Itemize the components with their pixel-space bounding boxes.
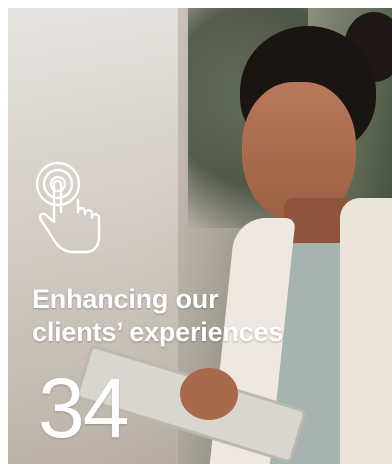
feature-headline: Enhancing our clients’ experiences bbox=[32, 283, 362, 349]
photo-subject-hand bbox=[180, 368, 238, 420]
headline-line: clients’ experiences bbox=[32, 317, 284, 347]
page-number: 34 bbox=[38, 361, 129, 455]
feature-card: Enhancing our clients’ experiences 34 bbox=[8, 8, 392, 464]
headline-line: Enhancing our bbox=[32, 284, 219, 314]
touch-tap-icon bbox=[35, 161, 101, 254]
